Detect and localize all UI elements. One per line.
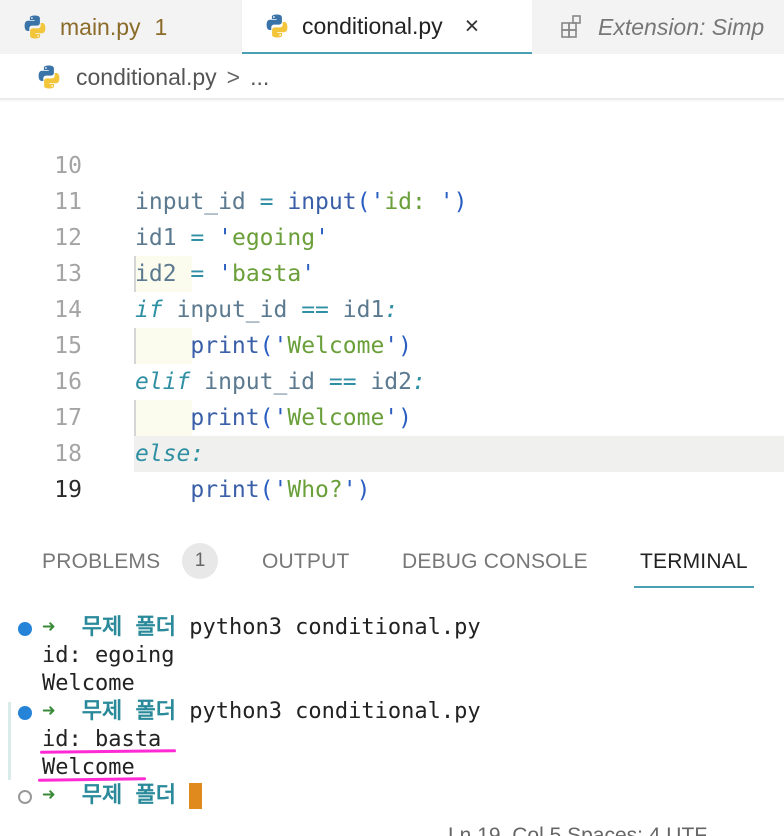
- code-line[interactable]: 18 print('Who?'): [0, 400, 784, 503]
- code-line[interactable]: 13 if input_id == id1:: [0, 220, 784, 323]
- code-line[interactable]: 16 print('Welcome'): [0, 328, 784, 431]
- code-line[interactable]: 12 id2 = 'basta': [0, 184, 784, 287]
- breadcrumb-separator: >: [226, 63, 241, 90]
- terminal-prompt-line: ➜ 무제 폴더 python3 conditional.py: [42, 614, 481, 642]
- tab-debug-console[interactable]: DEBUG CONSOLE: [402, 540, 588, 588]
- panel-tab-bar: PROBLEMS 1 OUTPUT DEBUG CONSOLE TERMINAL: [0, 540, 784, 590]
- terminal-command: python3 conditional.py: [189, 699, 481, 724]
- command-group-marker: [8, 702, 11, 780]
- tab-main-py[interactable]: main.py 1: [0, 0, 242, 54]
- command-status-dot[interactable]: [18, 706, 32, 720]
- editor-tab-bar: main.py 1 conditional.py × Extension: Si…: [0, 0, 784, 54]
- tab-conditional-label: conditional.py: [302, 12, 443, 39]
- breadcrumb-file[interactable]: conditional.py: [76, 64, 217, 91]
- terminal-prompt-line: ➜ 무제 폴더 python3 conditional.py: [42, 698, 481, 726]
- prompt-arrow: ➜: [42, 615, 56, 640]
- close-icon[interactable]: ×: [465, 12, 480, 41]
- code-line[interactable]: 14 print('Welcome'): [0, 256, 784, 359]
- terminal[interactable]: ➜ 무제 폴더 python3 conditional.py id: egoin…: [0, 612, 784, 836]
- command-status-dot[interactable]: [18, 622, 32, 636]
- code-line[interactable]: 17 else:: [0, 364, 784, 467]
- python-file-icon: [24, 15, 46, 39]
- terminal-command: python3 conditional.py: [189, 615, 481, 640]
- extensions-icon: [561, 15, 581, 38]
- command-status-dot[interactable]: [18, 790, 32, 804]
- problems-count-badge: 1: [182, 543, 218, 579]
- terminal-output: id: egoing: [42, 643, 175, 668]
- terminal-output: Welcome: [42, 671, 135, 696]
- python-file-icon: [38, 65, 60, 89]
- prompt-arrow: ➜: [42, 699, 56, 724]
- line-number: 19: [54, 477, 82, 503]
- breadcrumb-more[interactable]: ...: [250, 64, 269, 91]
- tab-main-label: main.py: [60, 13, 141, 40]
- prompt-directory: 무제 폴더: [81, 699, 176, 724]
- terminal-cursor: [189, 783, 203, 809]
- code-text: print('Who?'): [190, 477, 371, 503]
- tab-extension-label: Extension: Simp: [598, 13, 765, 40]
- terminal-prompt-line: ➜ 무제 폴더: [42, 782, 203, 810]
- code-line[interactable]: 11 id1 = 'egoing': [0, 148, 784, 251]
- code-line-current[interactable]: 19: [0, 436, 784, 503]
- status-bar[interactable]: Ln 19, Col 5 Spaces: 4 UTF: [448, 822, 784, 836]
- tab-terminal[interactable]: TERMINAL: [634, 540, 754, 588]
- prompt-arrow: ➜: [42, 783, 56, 808]
- prompt-directory: 무제 폴더: [81, 615, 176, 640]
- tab-extension[interactable]: Extension: Simp: [532, 0, 784, 54]
- prompt-directory: 무제 폴더: [81, 783, 176, 808]
- python-file-icon: [266, 14, 288, 38]
- breadcrumb: conditional.py > ...: [0, 54, 784, 100]
- tab-problem-count: 1: [154, 13, 168, 40]
- tab-output[interactable]: OUTPUT: [262, 540, 350, 588]
- code-editor[interactable]: 10 input_id = input('id: ') 11 id1 = 'eg…: [0, 102, 784, 522]
- code-line[interactable]: 15 elif input_id == id2:: [0, 292, 784, 395]
- tab-problems[interactable]: PROBLEMS: [42, 540, 160, 588]
- tab-conditional-py[interactable]: conditional.py ×: [242, 0, 532, 54]
- code-line[interactable]: 10 input_id = input('id: '): [0, 112, 784, 215]
